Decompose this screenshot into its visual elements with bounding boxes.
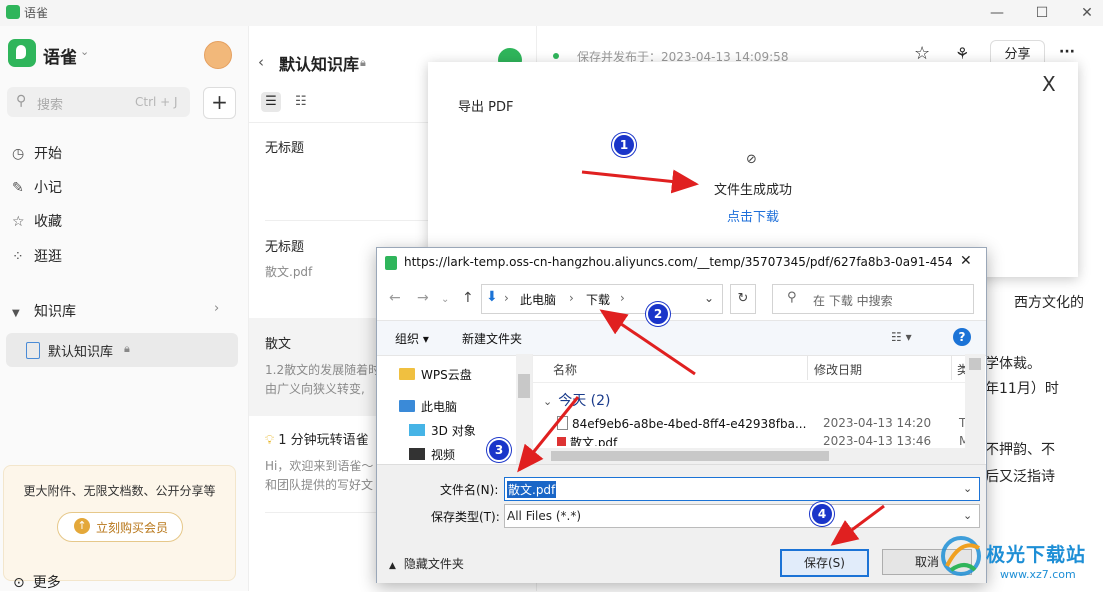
step-badge-2: 2 bbox=[646, 302, 670, 326]
watermark-brand: 极光下载站 bbox=[986, 544, 1087, 566]
annotation-arrow bbox=[517, 396, 580, 473]
step-badge-4: 4 bbox=[810, 502, 834, 526]
annotation-arrows bbox=[517, 169, 885, 546]
annotation-arrow bbox=[581, 169, 699, 194]
step-badge-1: 1 bbox=[612, 133, 636, 157]
annotation-arrow bbox=[830, 504, 885, 546]
watermark-url: www.xz7.com bbox=[1000, 568, 1076, 581]
step-badge-3: 3 bbox=[487, 438, 511, 462]
watermark-logo bbox=[941, 536, 981, 576]
